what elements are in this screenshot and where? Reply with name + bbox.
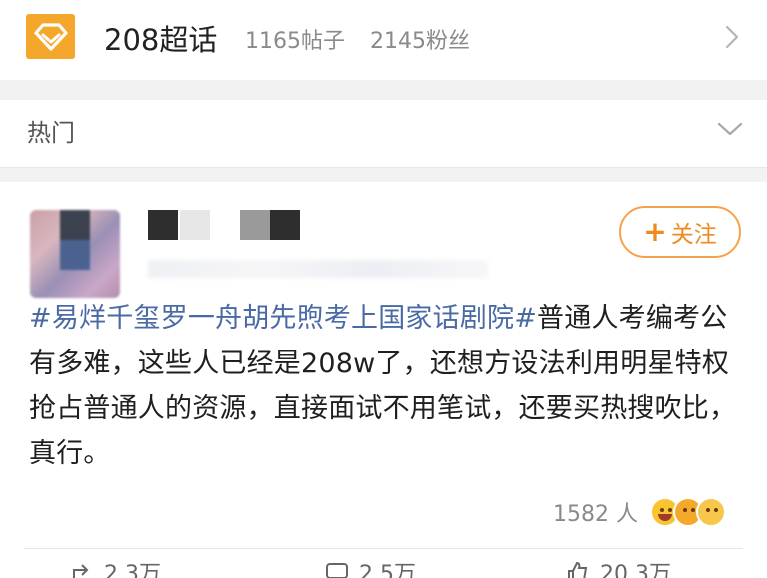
like-icon — [566, 560, 590, 578]
chevron-down-icon[interactable] — [716, 120, 744, 138]
comment-count: 2.5万 — [359, 562, 416, 578]
share-count: 2.3万 — [104, 562, 161, 578]
like-button[interactable]: 20.3万 — [566, 556, 671, 578]
like-count: 20.3万 — [600, 562, 671, 578]
diamond-icon — [26, 14, 75, 59]
section-separator — [0, 168, 767, 182]
follow-button[interactable]: + 关注 — [619, 206, 741, 258]
topic-post-count: 1165帖子 — [245, 29, 345, 54]
section-separator — [0, 80, 767, 100]
username-redacted — [180, 210, 210, 240]
post-actions: 2.3万 2.5万 20.3万 — [0, 554, 767, 578]
sort-label: 热门 — [27, 119, 75, 147]
sleepy-emoji-icon — [695, 497, 726, 527]
share-icon — [70, 560, 94, 578]
topic-fan-count: 2145粉丝 — [370, 29, 470, 54]
comment-button[interactable]: 2.5万 — [325, 556, 416, 578]
username-redacted[interactable] — [148, 210, 178, 240]
username-redacted — [270, 210, 300, 240]
topic-title: 208超话 — [104, 23, 218, 57]
comment-icon — [325, 560, 349, 578]
hashtag-link[interactable]: #易烊千玺罗一舟胡先煦考上国家话剧院# — [29, 303, 537, 334]
post-text: #易烊千玺罗一舟胡先煦考上国家话剧院#普通人考编考公有多难，这些人已经是208w… — [29, 296, 749, 476]
chevron-right-icon[interactable] — [722, 24, 742, 50]
share-button[interactable]: 2.3万 — [70, 556, 161, 578]
follow-label: 关注 — [670, 222, 717, 248]
avatar[interactable] — [30, 210, 120, 298]
post-meta-redacted — [148, 260, 488, 278]
topic-header[interactable]: 208超话 1165帖子 2145粉丝 — [0, 0, 767, 80]
reaction-count: 1582 人 — [553, 502, 638, 527]
username-redacted — [240, 210, 270, 240]
plus-icon: + — [643, 215, 667, 248]
divider — [24, 548, 743, 549]
post-card: + 关注 #易烊千玺罗一舟胡先煦考上国家话剧院#普通人考编考公有多难，这些人已经… — [0, 182, 767, 578]
reaction-summary[interactable]: 1582 人 — [553, 494, 726, 530]
sort-bar[interactable]: 热门 — [0, 100, 767, 168]
